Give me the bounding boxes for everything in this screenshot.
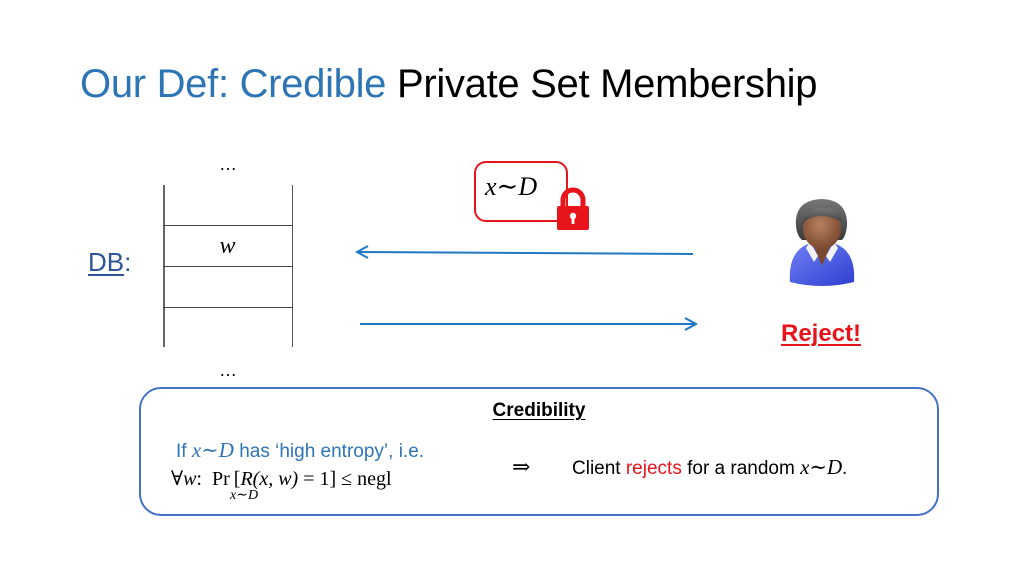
db-ellipsis-bottom: … <box>219 360 238 380</box>
conclusion-suffix: for a random <box>681 458 801 479</box>
db-row-w: w <box>219 233 236 259</box>
formula-subscript: x∼D <box>230 488 259 503</box>
formula-colon: : <box>196 468 202 490</box>
db-label-text: DB <box>88 247 125 277</box>
query-distribution: x∼D <box>485 172 538 201</box>
formula-leq: ≤ <box>336 468 358 490</box>
forall-symbol: ∀ <box>171 468 184 490</box>
conclusion-prefix: Client <box>572 458 626 479</box>
protocol-arrows <box>354 245 699 331</box>
hypothesis-line: If x∼D has ‘high entropy’, i.e. <box>176 438 424 463</box>
formula-negl: negl <box>357 468 392 490</box>
conclusion-math: x∼D <box>800 455 843 479</box>
slide-title: Our Def: Credible Private Set Membership <box>80 58 818 110</box>
hypothesis-suffix: has ‘high entropy’, i.e. <box>233 441 425 462</box>
padlock-icon <box>557 187 589 230</box>
formula-args: (x, w) <box>252 468 299 490</box>
formula-pr: Pr <box>211 468 230 490</box>
db-label: DB: <box>88 247 131 278</box>
credibility-heading: Credibility <box>492 400 586 421</box>
db-table-row-divider <box>163 307 293 308</box>
title-accent: Our Def: Credible <box>80 62 387 106</box>
conclusion-highlight: rejects <box>625 458 682 479</box>
implies-symbol: ⇒ <box>512 454 531 479</box>
arrow-to-client <box>360 317 699 331</box>
arrow-to-server <box>354 245 694 259</box>
conclusion-end: . <box>842 458 847 479</box>
db-ellipsis-top: … <box>219 154 238 174</box>
title-rest: Private Set Membership <box>396 62 818 106</box>
entropy-formula: ∀w: Pr [R(x, w) = 1] ≤ negl <box>171 468 392 490</box>
conclusion-line: Client rejects for a random x∼D. <box>572 455 847 480</box>
hypothesis-math: x∼D <box>191 438 234 462</box>
client-reject-label: Reject! <box>781 320 862 347</box>
db-table-row-divider <box>163 266 293 267</box>
hypothesis-prefix: If <box>176 441 192 462</box>
formula-var-w: w <box>183 468 197 490</box>
user-avatar-icon <box>789 199 855 286</box>
formula-equals: = 1] <box>298 468 337 490</box>
db-label-colon: : <box>124 247 132 277</box>
